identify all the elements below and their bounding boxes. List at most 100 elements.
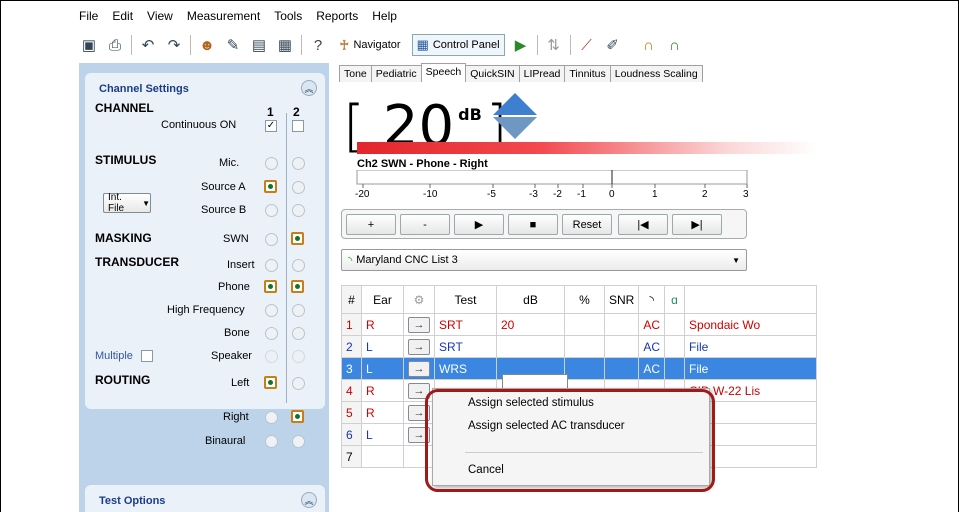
- column-stimulus[interactable]: ⚙: [403, 285, 435, 314]
- continuous-on-ch1-checkbox[interactable]: ✓: [265, 120, 277, 132]
- collapse-channel-settings-icon[interactable]: ︽: [301, 80, 317, 96]
- mic-ch1-radio[interactable]: [265, 157, 278, 170]
- column-snr[interactable]: SNR: [603, 285, 640, 314]
- stimulus-source-select[interactable]: Int. File ▼: [103, 192, 151, 214]
- multiple-checkbox[interactable]: [141, 350, 153, 362]
- arrow-right-icon[interactable]: →: [408, 360, 430, 377]
- help-icon[interactable]: ?: [308, 35, 328, 55]
- column-db[interactable]: dB: [496, 285, 565, 314]
- row-assign: →: [403, 313, 435, 336]
- scale-tick: -5: [487, 189, 496, 200]
- test-list-icon[interactable]: ▶: [511, 35, 531, 55]
- undo-icon[interactable]: ↶: [138, 35, 158, 55]
- column-ear[interactable]: Ear: [361, 285, 404, 314]
- print-icon[interactable]: ⎙: [105, 35, 125, 55]
- tab-pediatric[interactable]: Pediatric: [370, 65, 422, 82]
- menu-tools[interactable]: Tools: [274, 9, 302, 27]
- edit-graph-icon[interactable]: ✐: [603, 35, 623, 55]
- tab-lipread[interactable]: LIPread: [518, 65, 566, 82]
- tab-quicksin[interactable]: QuickSIN: [465, 65, 520, 82]
- source-a-ch2-radio[interactable]: [292, 181, 305, 194]
- test-options-card: Test Options ︽: [85, 485, 325, 512]
- left-ch1-radio[interactable]: [264, 376, 277, 389]
- tab-tone[interactable]: Tone: [339, 65, 372, 82]
- row-ear: L: [361, 423, 404, 446]
- level-up-down-icon[interactable]: [491, 91, 539, 141]
- menu-file[interactable]: File: [79, 9, 98, 27]
- report-icon[interactable]: ▦: [275, 35, 295, 55]
- high-frequency-ch2-radio[interactable]: [292, 304, 305, 317]
- column-transducer[interactable]: ◝: [638, 285, 666, 314]
- phone-ch2-radio[interactable]: [291, 280, 304, 293]
- row-test: WRS: [434, 357, 497, 380]
- graph-icon[interactable]: ⟋: [577, 35, 597, 55]
- menu-edit[interactable]: Edit: [112, 9, 133, 27]
- table-row[interactable]: 1 R → SRT 20 AC Spondaic Wo: [341, 313, 817, 336]
- speaker-ch1-radio[interactable]: [265, 350, 278, 363]
- arrow-right-icon[interactable]: →: [408, 316, 430, 333]
- channel-header: CHANNEL: [95, 101, 154, 115]
- row-test: SRT: [434, 313, 497, 336]
- table-row[interactable]: 2 L → SRT AC File: [341, 335, 817, 358]
- stop-button[interactable]: ■: [508, 214, 558, 235]
- bone-ch2-radio[interactable]: [292, 327, 305, 340]
- left-panel: Channel Settings ︽ CHANNEL 1 2 Continuou…: [79, 63, 329, 512]
- table-row-selected[interactable]: 3 L → WRS AC File: [341, 357, 817, 380]
- swn-ch1-radio[interactable]: [265, 233, 278, 246]
- column-ear-type[interactable]: ɑ: [664, 285, 686, 314]
- insert-ch1-radio[interactable]: [265, 259, 278, 272]
- speaker-ch2-radio[interactable]: [292, 350, 305, 363]
- right-ch1-radio[interactable]: [265, 411, 278, 424]
- patient-icon[interactable]: ☻: [197, 35, 217, 55]
- word-list-select[interactable]: ◝ Maryland CNC List 3 ▼: [341, 249, 747, 271]
- swn-ch2-radio[interactable]: [291, 232, 304, 245]
- high-frequency-ch1-radio[interactable]: [265, 304, 278, 317]
- level-up-icon[interactable]: [493, 93, 537, 115]
- edit-session-icon[interactable]: ✎: [223, 35, 243, 55]
- sort-icon[interactable]: ⇅: [544, 35, 564, 55]
- source-b-ch2-radio[interactable]: [292, 204, 305, 217]
- insert-label: Insert: [227, 259, 255, 271]
- table-header-row: # Ear ⚙ Test dB % SNR ◝ ɑ: [341, 285, 817, 314]
- insert-ch2-radio[interactable]: [292, 259, 305, 272]
- menu-help[interactable]: Help: [372, 9, 397, 27]
- source-a-ch1-radio[interactable]: [264, 180, 277, 193]
- menu-measurement[interactable]: Measurement: [187, 9, 260, 27]
- source-b-ch1-radio[interactable]: [265, 204, 278, 217]
- bone-label: Bone: [224, 327, 250, 339]
- column-number[interactable]: #: [341, 285, 362, 314]
- increase-button[interactable]: +: [346, 214, 396, 235]
- bone-ch1-radio[interactable]: [265, 327, 278, 340]
- column-percent[interactable]: %: [564, 285, 605, 314]
- level-down-icon[interactable]: [493, 117, 537, 139]
- headphones-2-icon[interactable]: ∩: [665, 35, 685, 55]
- mic-ch2-radio[interactable]: [292, 157, 305, 170]
- tab-tinnitus[interactable]: Tinnitus: [564, 65, 611, 82]
- continuous-on-ch2-checkbox[interactable]: [292, 120, 304, 132]
- tab-loudness-scaling[interactable]: Loudness Scaling: [609, 65, 703, 82]
- column-list[interactable]: [684, 285, 817, 314]
- save-icon[interactable]: ▣: [79, 35, 99, 55]
- column-test[interactable]: Test: [434, 285, 497, 314]
- binaural-ch1-radio[interactable]: [265, 435, 278, 448]
- binaural-ch2-radio[interactable]: [292, 435, 305, 448]
- next-button[interactable]: ▶|: [672, 214, 722, 235]
- reset-button[interactable]: Reset: [562, 214, 612, 235]
- previous-button[interactable]: |◀: [618, 214, 668, 235]
- phone-ch1-radio[interactable]: [264, 280, 277, 293]
- redo-icon[interactable]: ↷: [164, 35, 184, 55]
- play-button[interactable]: ▶: [454, 214, 504, 235]
- navigator-button[interactable]: ♰ Navigator: [334, 34, 406, 57]
- expand-test-options-icon[interactable]: ︽: [301, 492, 317, 508]
- menu-view[interactable]: View: [147, 9, 173, 27]
- compare-icon[interactable]: ▤: [249, 35, 269, 55]
- menu-reports[interactable]: Reports: [316, 9, 358, 27]
- headphones-icon[interactable]: ∩: [639, 35, 659, 55]
- decrease-button[interactable]: -: [400, 214, 450, 235]
- arrow-right-icon[interactable]: →: [408, 338, 430, 355]
- control-panel-button[interactable]: ▦ Control Panel: [411, 34, 505, 56]
- right-ch2-radio[interactable]: [291, 410, 304, 423]
- left-ch2-radio[interactable]: [292, 377, 305, 390]
- tab-speech[interactable]: Speech: [420, 63, 467, 82]
- intensity-unit: dB: [458, 105, 482, 124]
